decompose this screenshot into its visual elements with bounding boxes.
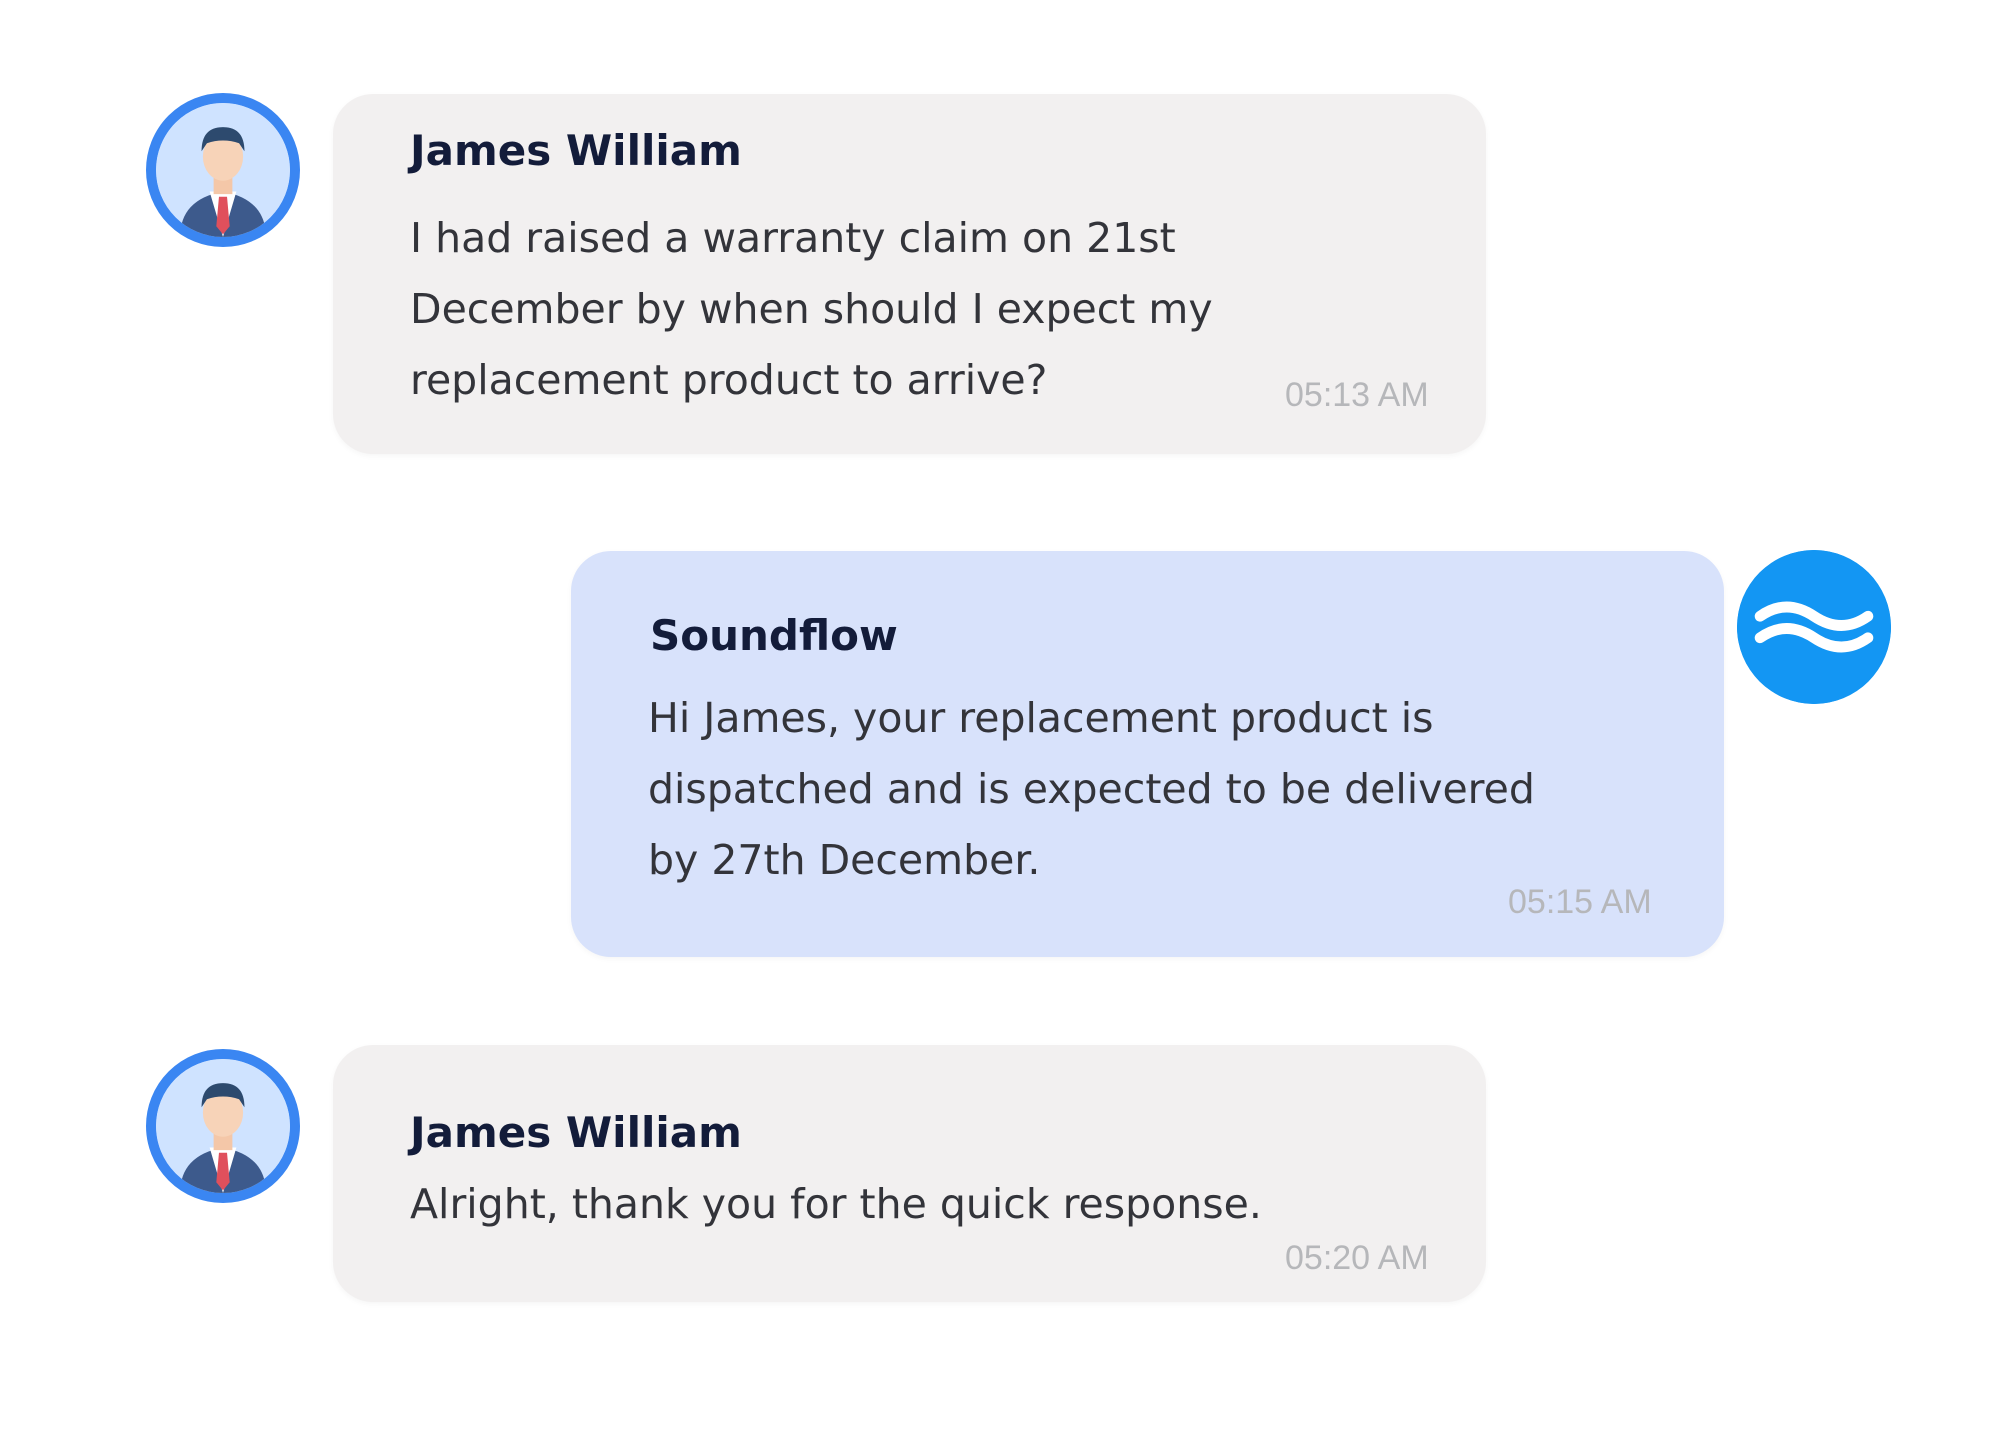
message-line: dispatched and is expected to be deliver…	[648, 765, 1535, 813]
message-timestamp: 05:20 AM	[1285, 1239, 1429, 1277]
businessman-avatar-icon	[156, 103, 290, 237]
businessman-avatar-icon	[156, 1059, 290, 1193]
message-bubble-1[interactable]: James William I had raised a warranty cl…	[333, 94, 1486, 454]
sender-name: James William	[410, 126, 742, 175]
message-line: December by when should I expect my	[410, 285, 1213, 333]
soundflow-avatar[interactable]	[1737, 550, 1891, 704]
message-line: by 27th December.	[648, 836, 1041, 884]
message-timestamp: 05:13 AM	[1285, 376, 1429, 414]
soundflow-wave-logo-icon	[1737, 550, 1891, 704]
message-bubble-2[interactable]: Soundflow Hi James, your replacement pro…	[571, 551, 1724, 957]
message-line: replacement product to arrive?	[410, 356, 1048, 404]
message-text: Hi James, your replacement product is di…	[648, 683, 1535, 896]
sender-name: James William	[410, 1108, 742, 1157]
message-timestamp: 05:15 AM	[1508, 883, 1652, 921]
message-line: Hi James, your replacement product is	[648, 694, 1434, 742]
message-bubble-3[interactable]: James William Alright, thank you for the…	[333, 1045, 1486, 1302]
message-line: Alright, thank you for the quick respons…	[410, 1180, 1262, 1228]
message-line: I had raised a warranty claim on 21st	[410, 214, 1176, 262]
message-text: I had raised a warranty claim on 21st De…	[410, 203, 1213, 416]
sender-name: Soundflow	[650, 611, 898, 660]
message-text: Alright, thank you for the quick respons…	[410, 1169, 1262, 1240]
user-avatar[interactable]	[146, 1049, 300, 1203]
user-avatar[interactable]	[146, 93, 300, 247]
